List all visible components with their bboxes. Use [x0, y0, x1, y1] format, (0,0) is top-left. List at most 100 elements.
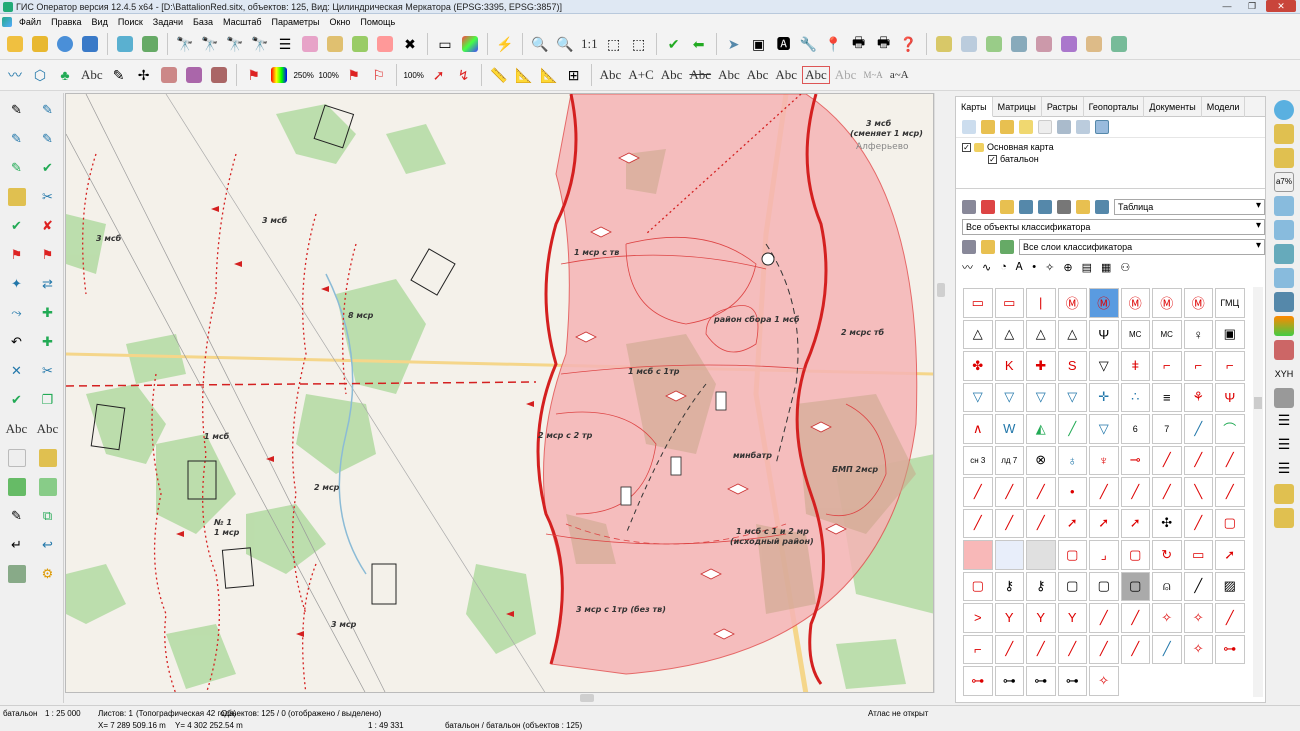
tree-node-main-map[interactable]: ✓ Основная карта — [962, 141, 1259, 153]
symbol-cell[interactable]: ▢ — [963, 571, 993, 601]
cloud-2-icon[interactable] — [1274, 220, 1294, 240]
text-tool-8[interactable]: Abc — [802, 66, 830, 84]
percent-100-icon[interactable]: 100% — [318, 64, 340, 86]
flag-frame-icon[interactable]: ⚐ — [368, 64, 390, 86]
symbol-cell[interactable]: ╱ — [1152, 634, 1182, 664]
symbol-cell[interactable]: ✚ — [1026, 351, 1056, 381]
star-icon[interactable]: ✦ — [1, 269, 32, 298]
symbol-cell[interactable]: ╱ — [1057, 414, 1087, 444]
select-area-icon[interactable] — [324, 33, 346, 55]
view-select[interactable]: Таблица — [1114, 199, 1265, 215]
symbol-cell[interactable]: ▢ — [1057, 571, 1087, 601]
add-green-icon[interactable]: ✚ — [32, 327, 63, 356]
gear-icon[interactable]: ⚙ — [32, 559, 63, 588]
ruler-icon[interactable] — [1, 182, 32, 211]
symbol-cell[interactable]: ╱ — [1026, 634, 1056, 664]
ruler-3-icon[interactable] — [1274, 484, 1294, 504]
symbol-cell[interactable]: ▭ — [1183, 540, 1213, 570]
copy-green-icon[interactable]: ❐ — [32, 385, 63, 414]
map-terrain-icon[interactable] — [983, 33, 1005, 55]
binoculars-text-icon[interactable]: 🔭 — [199, 33, 221, 55]
undo-icon[interactable]: ↶ — [1, 327, 32, 356]
move-arrows-icon[interactable]: ⇄ — [32, 269, 63, 298]
symbol-cell[interactable]: ⊶ — [994, 666, 1024, 696]
symbol-cell[interactable]: Ψ — [1215, 382, 1245, 412]
text-tool-3[interactable]: Abc — [659, 67, 685, 83]
template-filter-icon[interactable]: ⊕ — [1063, 261, 1072, 274]
save-icon[interactable] — [79, 33, 101, 55]
symbol-cell[interactable]: ♆ — [1089, 445, 1119, 475]
menu-database[interactable]: База — [188, 17, 218, 27]
symbol-cell[interactable]: ⚷ — [994, 571, 1024, 601]
symbol-cell[interactable]: △ — [1057, 319, 1087, 349]
measure-area-icon[interactable]: 📐 — [538, 64, 560, 86]
symbol-cell[interactable]: ▭ — [963, 288, 993, 318]
text-tool-button[interactable]: Abc — [79, 67, 105, 83]
map-horizontal-scrollbar[interactable] — [65, 693, 934, 703]
symbol-cell[interactable]: Ⓜ — [1057, 288, 1087, 318]
battalion-checkbox[interactable]: ✓ — [988, 154, 997, 164]
layers-select[interactable]: Все слои классификатора — [1019, 239, 1265, 255]
filter-icon[interactable] — [981, 200, 995, 214]
apply-check-icon[interactable]: ✔ — [663, 33, 685, 55]
vector-filter-icon[interactable]: ✧ — [1045, 261, 1054, 274]
symbol-cell[interactable]: △ — [1026, 319, 1056, 349]
layers-stack-icon[interactable] — [962, 200, 976, 214]
symbol-cell[interactable]: ╱ — [1026, 508, 1056, 538]
symbol-cell[interactable]: ▢ — [1120, 571, 1150, 601]
symbol-cell[interactable]: Y — [1057, 603, 1087, 633]
app-menu-icon[interactable] — [2, 16, 12, 27]
stamp-icon[interactable] — [139, 33, 161, 55]
symbol-cell[interactable]: ⌟ — [1089, 540, 1119, 570]
symbol-cell[interactable]: ▢ — [1120, 540, 1150, 570]
symbol-cell[interactable]: ╱ — [963, 477, 993, 507]
menu-parameters[interactable]: Параметры — [266, 17, 324, 27]
zoom-extent-icon[interactable]: ⬚ — [603, 33, 625, 55]
symbol-cell[interactable]: ∧ — [963, 414, 993, 444]
point-filter-icon[interactable]: • — [1032, 261, 1036, 273]
hierarchy-icon[interactable]: ⧉ — [32, 501, 63, 530]
text-filter-icon[interactable]: Ꭺ — [1016, 261, 1023, 274]
zoom-out-icon[interactable]: 🔍 — [529, 33, 551, 55]
symbol-cell[interactable]: △ — [963, 319, 993, 349]
filter-folder-icon[interactable] — [1000, 200, 1014, 214]
double-check-icon[interactable]: ✔ — [1, 385, 32, 414]
map-sheet-icon[interactable] — [958, 33, 980, 55]
symbol-cell[interactable]: лд 7 — [994, 445, 1024, 475]
select-icon[interactable] — [299, 33, 321, 55]
list-3-icon[interactable]: ☰ — [1274, 460, 1294, 480]
symbol-cell[interactable]: ╱ — [1183, 414, 1213, 444]
symbol-cell[interactable]: W — [994, 414, 1024, 444]
color-bar-icon[interactable] — [268, 64, 290, 86]
text-tool-10[interactable]: M~A — [861, 70, 884, 80]
symbol-scrollbar[interactable] — [1253, 287, 1263, 697]
symbol-cell[interactable]: 7 — [1152, 414, 1182, 444]
symbol-cell[interactable]: ╱ — [1183, 571, 1213, 601]
back-arrow-icon[interactable]: ⬅ — [688, 33, 710, 55]
symbol-cell[interactable]: ╱ — [1089, 603, 1119, 633]
text-tool-2[interactable]: A+C — [626, 67, 655, 83]
menu-search[interactable]: Поиск — [113, 17, 148, 27]
map-view-icon[interactable] — [933, 33, 955, 55]
binoculars-all-icon[interactable]: 🔭 — [249, 33, 271, 55]
ruler-pin-icon[interactable] — [1274, 148, 1294, 168]
lightning-icon[interactable]: ⚡ — [494, 33, 516, 55]
open-map-panel-icon[interactable] — [981, 120, 995, 134]
zoom-in-icon[interactable]: 🔍 — [554, 33, 576, 55]
flag-edit-icon[interactable]: ⚑ — [1, 240, 32, 269]
cloud-3-icon[interactable] — [1274, 268, 1294, 288]
layer-folder-icon[interactable] — [981, 240, 995, 254]
symbol-cell[interactable]: ǂ — [1120, 351, 1150, 381]
symbol-cell[interactable]: ╱ — [1120, 477, 1150, 507]
percent-icon[interactable]: a7% — [1274, 172, 1294, 192]
return-arrow-icon[interactable]: ↩ — [32, 530, 63, 559]
symbol-cell[interactable]: ⊶ — [1057, 666, 1087, 696]
symbol-cell[interactable]: ▢ — [1057, 540, 1087, 570]
grid-icon[interactable] — [1038, 200, 1052, 214]
pen-line-icon[interactable]: ✎ — [1, 124, 32, 153]
area-filter-icon[interactable]: ◔ — [1000, 261, 1007, 273]
help-cursor-icon[interactable]: ❓ — [898, 33, 920, 55]
symbol-cell[interactable]: ♀ — [1183, 319, 1213, 349]
symbol-cell[interactable]: ◭ — [1026, 414, 1056, 444]
route-icon[interactable] — [1274, 244, 1294, 264]
